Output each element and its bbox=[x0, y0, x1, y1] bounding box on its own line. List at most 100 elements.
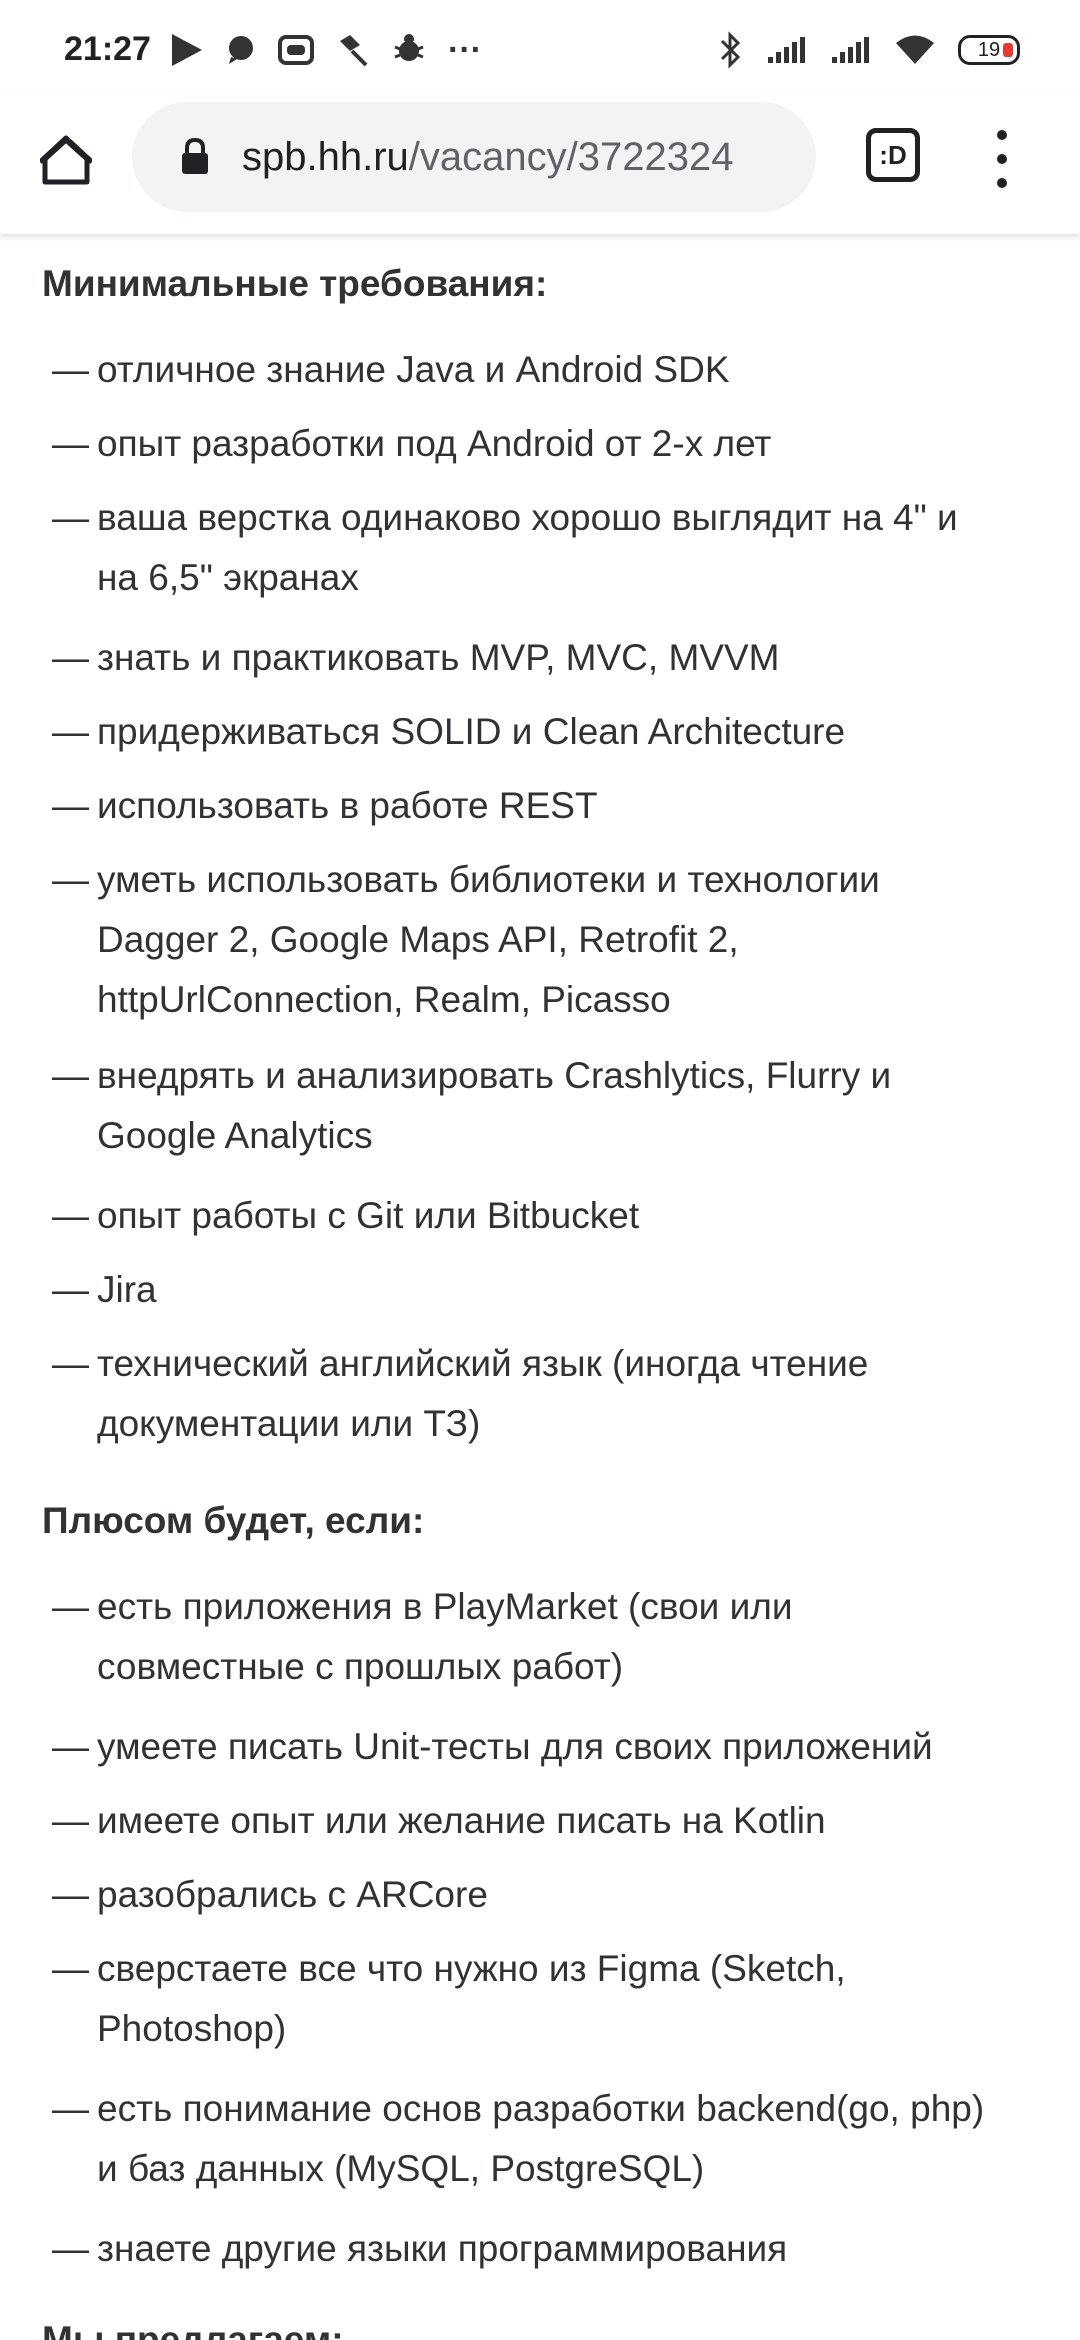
message-icon bbox=[229, 36, 253, 64]
list-dash: — bbox=[52, 1055, 89, 1096]
list-item-text: знать и практиковать MVP, MVC, MVVM bbox=[97, 628, 1080, 688]
list-item-text: технический английский язык (иногда чтен… bbox=[97, 1334, 1080, 1454]
list-dash: — bbox=[52, 349, 89, 390]
list-item-line: есть приложения в PlayMarket (свои или bbox=[97, 1586, 793, 1627]
list-item: — технический английский язык (иногда чте… bbox=[52, 1334, 1052, 1454]
section-title: Минимальные требования: bbox=[42, 263, 548, 304]
list-dash: — bbox=[52, 859, 89, 900]
list-item: — отличное знание Java и Android SDK bbox=[52, 340, 1052, 400]
list-item-line: придерживаться SOLID и Clean Architectur… bbox=[97, 711, 846, 752]
battery-level: 19 bbox=[977, 39, 1001, 61]
wifi-icon bbox=[896, 35, 934, 64]
list-item: — придерживаться SOLID и Clean Architectu… bbox=[52, 702, 1052, 762]
list-item-line: опыт разработки под Android от 2-х лет bbox=[97, 423, 772, 464]
list-item-text: Jira bbox=[97, 1260, 1080, 1320]
list-item: — имеете опыт или желание писать на Kotli… bbox=[52, 1791, 1052, 1851]
list-dash: — bbox=[52, 1874, 89, 1915]
list-dash: — bbox=[52, 1586, 89, 1627]
list-item: — знаете другие языки программирования bbox=[52, 2219, 1052, 2279]
list-item-line: Jira bbox=[97, 1269, 157, 1310]
page-content: Минимальные требования: — отличное знание … bbox=[0, 234, 1080, 2340]
list-item-line: ваша верстка одинаково хорошо выглядит н… bbox=[97, 497, 958, 538]
list-item-line: сверстаете все что нужно из Figma (Sketc… bbox=[97, 1948, 846, 1989]
list-dash: — bbox=[52, 1800, 89, 1841]
list-item-text: есть понимание основ разработки backend(… bbox=[97, 2079, 1080, 2199]
list-item: — сверстаете все что нужно из Figma (Sket… bbox=[52, 1939, 1052, 2059]
list-dash: — bbox=[52, 497, 89, 538]
play-icon bbox=[172, 34, 202, 66]
list-item-text: имеете опыт или желание писать на Kotlin bbox=[97, 1791, 1080, 1851]
list-dash: — bbox=[52, 785, 89, 826]
status-time: 21:27 bbox=[64, 30, 151, 68]
list-item-text: опыт разработки под Android от 2-х лет bbox=[97, 414, 1080, 474]
tabs-button[interactable]: :D bbox=[866, 128, 920, 182]
list-item-line: знать и практиковать MVP, MVC, MVVM bbox=[97, 637, 780, 678]
list-item: — опыт разработки под Android от 2-х лет bbox=[52, 414, 1052, 474]
lock-icon bbox=[178, 137, 212, 177]
list-item-line: Google Analytics bbox=[97, 1115, 373, 1156]
list-item-text: есть приложения в PlayMarket (свои или со… bbox=[97, 1577, 1080, 1697]
list-item-line: документации или ТЗ) bbox=[97, 1403, 481, 1444]
list-item: — Jira bbox=[52, 1260, 1052, 1320]
list-item-text: сверстаете все что нужно из Figma (Sketc… bbox=[97, 1939, 1080, 2059]
browser-toolbar: spb.hh.ru/vacancy/3722324 :D bbox=[0, 96, 1080, 234]
list-item-line: отличное знание Java и Android SDK bbox=[97, 349, 730, 390]
list-item-text: придерживаться SOLID и Clean Architectur… bbox=[97, 702, 1080, 762]
list-dash: — bbox=[52, 2088, 89, 2129]
list-item: — уметь использовать библиотеки и техноло… bbox=[52, 850, 1052, 1030]
home-icon bbox=[40, 135, 92, 185]
list-item: — умеете писать Unit-тесты для своих прил… bbox=[52, 1717, 1052, 1777]
pen-icon bbox=[340, 35, 368, 67]
list-item: — есть понимание основ разработки backend… bbox=[52, 2079, 1052, 2199]
list-item-line: на 6,5" экранах bbox=[97, 557, 359, 598]
menu-button[interactable] bbox=[984, 124, 1020, 194]
list-item-text: отличное знание Java и Android SDK bbox=[97, 340, 1080, 400]
list-item-line: Dagger 2, Google Maps API, Retrofit 2, bbox=[97, 919, 739, 960]
list-item-line: внедрять и анализировать Crashlytics, Fl… bbox=[97, 1055, 892, 1096]
list-item-line: опыт работы с Git или Bitbucket bbox=[97, 1195, 640, 1236]
list-item-line: Photoshop) bbox=[97, 2008, 287, 2049]
status-bar: 21:27 ··· 19 bbox=[0, 0, 1080, 96]
list-item-line: разобрались с ARCore bbox=[97, 1874, 488, 1915]
system-icons: 19 bbox=[718, 30, 1020, 70]
list-item: — внедрять и анализировать Crashlytics, F… bbox=[52, 1046, 1052, 1166]
list-item-line: умеете писать Unit-тесты для своих прило… bbox=[97, 1726, 933, 1767]
bluetooth-icon bbox=[720, 31, 741, 69]
list-item: — использовать в работе REST bbox=[52, 776, 1052, 836]
list-item-text: умеете писать Unit-тесты для своих прило… bbox=[97, 1717, 1080, 1777]
list-item-text: ваша верстка одинаково хорошо выглядит н… bbox=[97, 488, 1080, 608]
list-dash: — bbox=[52, 1948, 89, 1989]
home-button[interactable] bbox=[36, 126, 96, 196]
tabs-label: :D bbox=[879, 139, 907, 170]
url-bar[interactable]: spb.hh.ru/vacancy/3722324 bbox=[132, 102, 816, 212]
list-item: — знать и практиковать MVP, MVC, MVVM bbox=[52, 628, 1052, 688]
menu-dot bbox=[997, 130, 1007, 140]
section-title: Плюсом будет, если: bbox=[42, 1500, 425, 1541]
list-item-text: уметь использовать библиотеки и технолог… bbox=[97, 850, 1080, 1030]
list-item: — ваша верстка одинаково хорошо выглядит … bbox=[52, 488, 1052, 608]
section-title: Мы предлагаем: bbox=[42, 2319, 344, 2340]
menu-dot bbox=[997, 154, 1007, 164]
list-dash: — bbox=[52, 637, 89, 678]
list-item-text: опыт работы с Git или Bitbucket bbox=[97, 1186, 1080, 1246]
more-icon: ··· bbox=[448, 30, 482, 69]
list-dash: — bbox=[52, 2228, 89, 2269]
list-item-text: знаете другие языки программирования bbox=[97, 2219, 1080, 2279]
list-item-line: httpUrlConnection, Realm, Picasso bbox=[97, 979, 671, 1020]
url-domain: spb.hh.ru bbox=[242, 134, 409, 179]
list-item-text: внедрять и анализировать Crashlytics, Fl… bbox=[97, 1046, 1080, 1166]
list-item-line: имеете опыт или желание писать на Kotlin bbox=[97, 1800, 826, 1841]
signal-icon bbox=[832, 37, 869, 63]
list-dash: — bbox=[52, 1343, 89, 1384]
notification-icons: ··· bbox=[170, 30, 482, 70]
list-dash: — bbox=[52, 423, 89, 464]
list-dash: — bbox=[52, 711, 89, 752]
list-dash: — bbox=[52, 1726, 89, 1767]
list-item-line: уметь использовать библиотеки и технолог… bbox=[97, 859, 880, 900]
url-path: /vacancy/3722324 bbox=[408, 134, 734, 179]
list-item-line: знаете другие языки программирования bbox=[97, 2228, 788, 2269]
list-item-text: разобрались с ARCore bbox=[97, 1865, 1080, 1925]
list-item: — разобрались с ARCore bbox=[52, 1865, 1052, 1925]
list-item-line: и баз данных (MySQL, PostgreSQL) bbox=[97, 2148, 705, 2189]
list-item-line: совместные с прошлых работ) bbox=[97, 1646, 624, 1687]
